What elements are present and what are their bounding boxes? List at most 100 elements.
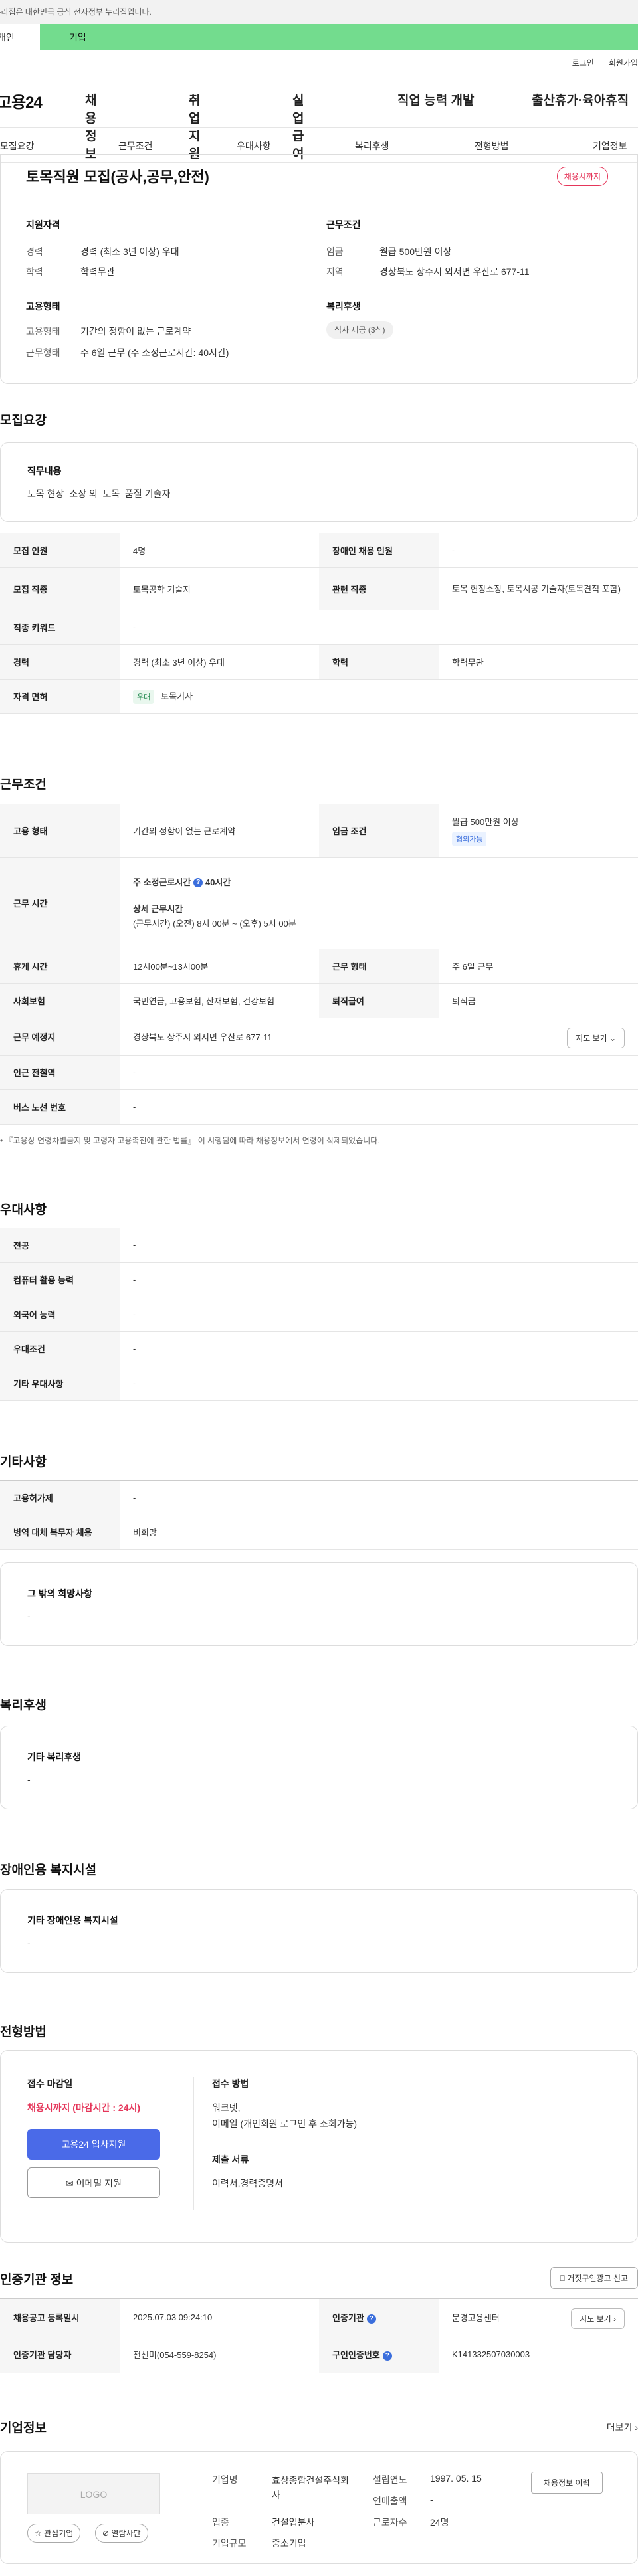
work-form-row-label: 근무 형태 bbox=[319, 949, 439, 984]
disabled-headcount-label: 장애인 채용 인원 bbox=[319, 533, 439, 568]
subway-value: - bbox=[120, 1055, 638, 1090]
tab-company[interactable]: 기업정보 bbox=[593, 139, 627, 153]
headcount-value: 4명 bbox=[120, 533, 319, 568]
work-form-value: 주 6일 근무 (주 소정근로시간: 40시간) bbox=[80, 347, 229, 358]
negotiable-chip: 협의가능 bbox=[452, 832, 487, 846]
insurance-label: 사회보험 bbox=[0, 983, 120, 1018]
tab-conditions[interactable]: 근무조건 bbox=[118, 139, 153, 153]
certifying-org-cell: 문경고용센터 지도 보기 › bbox=[439, 2298, 638, 2336]
welfare-section-title: 복리후생 bbox=[0, 1699, 47, 1712]
org-manager-label: 인증기관 담당자 bbox=[0, 2336, 120, 2373]
document-icon: ⎕ bbox=[560, 2274, 565, 2283]
block-view-button[interactable]: ⊘ 열람차단 bbox=[95, 2524, 148, 2543]
work-form-label: 근무형태 bbox=[26, 347, 60, 358]
tab-recruit[interactable]: 모집요강 bbox=[0, 139, 35, 153]
welfare-box-title: 기타 복리후생 bbox=[27, 1752, 82, 1762]
tab-welfare[interactable]: 복리후생 bbox=[355, 139, 389, 153]
email-apply-button[interactable]: ✉ 이메일 지원 bbox=[27, 2167, 160, 2198]
chevron-down-icon: ⌄ bbox=[609, 1034, 616, 1043]
headcount-label: 모집 인원 bbox=[0, 533, 120, 568]
recruit-section-title: 모집요강 bbox=[0, 414, 47, 428]
company-section-title: 기업정보 bbox=[0, 2421, 47, 2435]
region-value: 경상북도 상주시 외서면 우산로 677-11 bbox=[379, 266, 530, 277]
license-value: 토목기사 bbox=[161, 691, 193, 701]
deadline-title: 접수 마감일 bbox=[27, 2078, 73, 2089]
other-wishes-value: - bbox=[27, 1611, 31, 1621]
work-form-row-value: 주 6일 근무 bbox=[439, 949, 638, 984]
break-time-label: 휴게 시간 bbox=[0, 949, 120, 984]
tab-company[interactable]: 기업 bbox=[40, 24, 120, 50]
workplace-label: 근무 예정지 bbox=[0, 1018, 120, 1056]
weekly-hours-row: 주 소정근로시간? 40시간 bbox=[133, 875, 625, 890]
wage-condition-value: 월급 500만원 이상 bbox=[452, 817, 519, 827]
disabled-facility-section-title: 장애인용 복지시설 bbox=[0, 1863, 97, 1877]
site-logo[interactable]: 고용24 bbox=[0, 89, 43, 112]
selection-divider bbox=[193, 2077, 194, 2210]
cert-number-value: K141332507030003 bbox=[439, 2336, 638, 2373]
info-icon[interactable]: ? bbox=[193, 878, 203, 888]
education-row-label: 학력 bbox=[319, 644, 439, 680]
info-icon[interactable]: ? bbox=[366, 2314, 376, 2324]
gnb-item-training[interactable]: 직업 능력 개발 bbox=[397, 90, 474, 108]
gnb-item-leave[interactable]: 출산휴가·육아휴직 bbox=[532, 90, 629, 108]
other-wishes-box: 그 밖의 희망사항 - bbox=[0, 1562, 638, 1646]
selection-box: 접수 마감일 채용시까지 (마감시간 : 24시) 고용24 입사지원 ✉ 이메… bbox=[0, 2050, 638, 2243]
org-map-button[interactable]: 지도 보기 › bbox=[571, 2308, 625, 2329]
registration-date-value: 2025.07.03 09:24:10 bbox=[120, 2298, 319, 2336]
education-value: 학력무관 bbox=[80, 266, 115, 277]
report-fake-ad-button[interactable]: ⎕ 거짓구인광고 신고 bbox=[550, 2267, 638, 2289]
company-more-link[interactable]: 더보기 › bbox=[607, 2421, 638, 2434]
disabled-facility-title: 기타 장애인용 복지시설 bbox=[27, 1915, 118, 1926]
mail-icon: ✉ bbox=[66, 2178, 74, 2189]
recruit-history-button[interactable]: 채용정보 이력 bbox=[531, 2472, 603, 2494]
documents-value: 이력서,경력증명서 bbox=[212, 2178, 283, 2189]
employment-type-row-value: 기간의 정함이 없는 근로계약 bbox=[120, 804, 319, 858]
method-value-2: 이메일 (개인회원 로그인 후 조회가능) bbox=[212, 2118, 358, 2129]
method-title: 접수 방법 bbox=[212, 2078, 249, 2089]
certification-section-title: 인증기관 정보 bbox=[0, 2273, 74, 2287]
user-type-tabs: 개인 기업 bbox=[0, 24, 638, 50]
preference-table: 전공 - 컴퓨터 활용 능력 - 외국어 능력 - 우대조건 - 기타 우대사항 - bbox=[0, 1228, 638, 1401]
tab-personal[interactable]: 개인 bbox=[0, 24, 40, 50]
disabled-facility-box: 기타 장애인용 복지시설 - bbox=[0, 1889, 638, 1973]
license-label: 자격 면허 bbox=[0, 679, 120, 714]
info-icon[interactable]: ? bbox=[382, 2351, 392, 2361]
related-job-value: 토목 현장소장, 토목시공 기술자(토목견적 포함) bbox=[439, 567, 638, 610]
signup-link[interactable]: 회원가입 bbox=[609, 57, 638, 68]
cert-number-label: 구인인증번호? bbox=[319, 2336, 439, 2373]
bus-label: 버스 노선 번호 bbox=[0, 1089, 120, 1125]
industry-value: 건설업분사 bbox=[272, 2517, 315, 2528]
site-header: 로그인 회원가입 고용24 채용정보 취업지원 실업급여 직업 능력 개발 출산… bbox=[0, 50, 638, 161]
employees-label: 근로자수 bbox=[373, 2517, 407, 2528]
tab-preference[interactable]: 우대사항 bbox=[237, 139, 271, 153]
company-logo-placeholder: LOGO bbox=[27, 2473, 160, 2514]
block-icon: ⊘ bbox=[102, 2529, 110, 2538]
workplace-cell: 경상북도 상주시 외서면 우산로 677-11 지도 보기 ⌄ bbox=[120, 1018, 638, 1056]
duty-value: 토목 현장 소장 외 토목 품질 기술자 bbox=[27, 488, 171, 499]
region-label: 지역 bbox=[326, 266, 344, 277]
weekly-hours-value: 40시간 bbox=[205, 877, 231, 887]
account-links: 로그인 회원가입 bbox=[572, 57, 638, 68]
subway-label: 인근 전철역 bbox=[0, 1055, 120, 1090]
age-notice: • 『고용상 연령차별금지 및 고령자 고용촉진에 관한 법률』 이 시행됨에 … bbox=[0, 1136, 380, 1145]
documents-title: 제출 서류 bbox=[212, 2154, 249, 2165]
interest-company-button[interactable]: ☆ 관심기업 bbox=[27, 2524, 81, 2543]
apply-button[interactable]: 고용24 입사지원 bbox=[27, 2129, 160, 2160]
tab-selection[interactable]: 전형방법 bbox=[475, 139, 509, 153]
wage-condition-label: 임금 조건 bbox=[319, 804, 439, 858]
job-category-value: 토목공학 기술자 bbox=[120, 567, 319, 610]
map-button[interactable]: 지도 보기 ⌄ bbox=[567, 1028, 625, 1048]
major-value: - bbox=[120, 1228, 638, 1263]
detail-hours-value: (근무시간) (오전) 8시 00분 ~ (오후) 5시 00분 bbox=[133, 918, 296, 929]
login-link[interactable]: 로그인 bbox=[572, 57, 594, 68]
computer-skill-value: - bbox=[120, 1262, 638, 1297]
education-row-value: 학력무관 bbox=[439, 644, 638, 680]
company-scale-label: 기업규모 bbox=[212, 2538, 247, 2549]
company-scale-value: 중소기업 bbox=[272, 2538, 306, 2549]
org-manager-value: 전선미(054-559-8254) bbox=[120, 2336, 319, 2373]
company-name-value: 효상종합건설주식회사 bbox=[272, 2475, 349, 2500]
military-alt-label: 병역 대체 복무자 채용 bbox=[0, 1515, 120, 1550]
career-label: 경력 bbox=[26, 246, 43, 257]
star-icon: ☆ bbox=[35, 2529, 42, 2538]
welfare-box: 기타 복리후생 - bbox=[0, 1726, 638, 1809]
